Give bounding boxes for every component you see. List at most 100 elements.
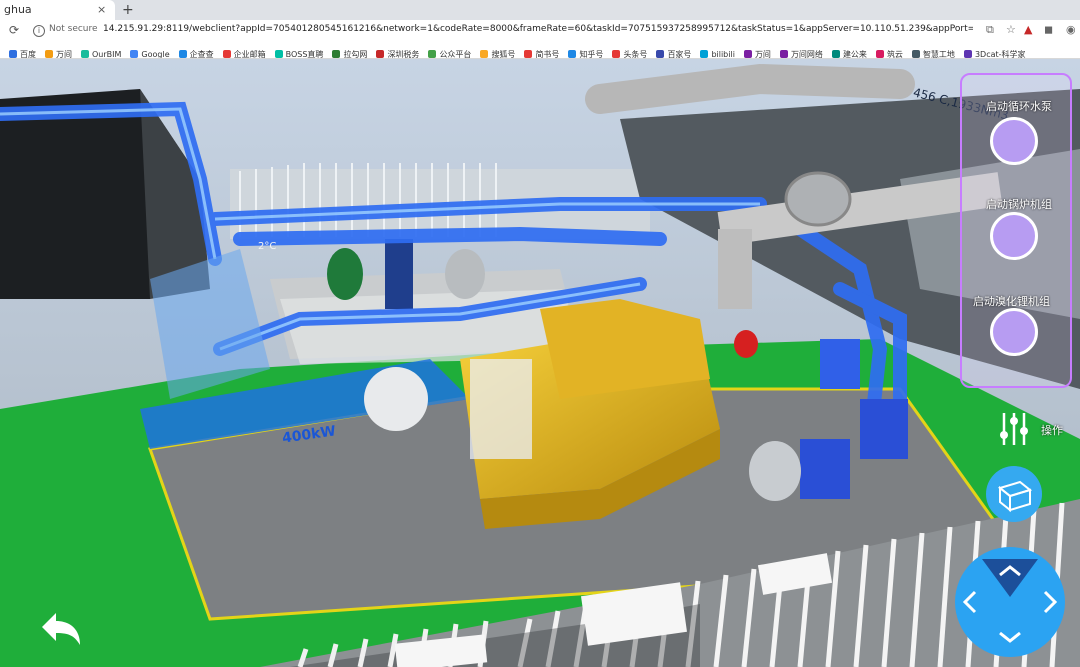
bookmark-item[interactable]: 百度	[9, 47, 36, 59]
bookmark-label: 百度	[20, 50, 36, 59]
bookmark-favicon-icon	[743, 50, 752, 58]
panel-label-chiller: 启动溴化锂机组	[973, 295, 1050, 308]
bookmark-label: 深圳税务	[387, 50, 420, 59]
bookmark-favicon-icon	[222, 50, 231, 58]
bookmark-item[interactable]: 企查查	[178, 47, 214, 59]
bookmark-favicon-icon	[911, 50, 920, 58]
cube-icon	[997, 480, 1033, 513]
bookmark-label: 搜狐号	[491, 50, 516, 59]
bookmark-favicon-icon	[130, 50, 139, 58]
bookmark-item[interactable]: Google	[130, 47, 170, 59]
bookmark-item[interactable]: 拉勾网	[332, 47, 368, 59]
bookmark-item[interactable]: 筑云	[875, 47, 903, 59]
not-secure-label: Not secure	[49, 24, 98, 34]
bookmark-item[interactable]: 建公来	[831, 47, 867, 59]
extension-icon[interactable]: ◉	[1066, 23, 1076, 36]
bookmark-favicon-icon	[875, 50, 884, 58]
profile-icon[interactable]: ◼	[1044, 23, 1053, 36]
translate-icon[interactable]: ⧉	[986, 23, 994, 37]
address-bar: ⟳ i Not secure 14.215.91.29:8119/webclie…	[0, 20, 1080, 42]
pdf-extension-icon[interactable]: ▲	[1024, 23, 1032, 36]
bookmark-item[interactable]: 智慧工地	[911, 47, 955, 59]
bookmark-favicon-icon	[9, 50, 17, 58]
bookmark-favicon-icon	[612, 50, 621, 58]
bookmark-item[interactable]: 搜狐号	[480, 47, 516, 59]
3d-viewport[interactable]: 456 C,1933Nm3 400kW 2°C	[0, 59, 1080, 667]
bookmark-label: 简书号	[535, 50, 560, 59]
bookmark-favicon-icon	[428, 50, 437, 58]
bookmark-label: 企业邮箱	[233, 50, 266, 59]
bookmark-item[interactable]: 企业邮箱	[222, 47, 266, 59]
bookmark-favicon-icon	[81, 50, 89, 58]
bookmark-label: 建公来	[842, 50, 867, 59]
bookmark-item[interactable]: 深圳税务	[376, 47, 420, 59]
bookmark-label: 3Dcat-科学家	[974, 50, 1026, 59]
bookmark-star-icon[interactable]: ☆	[1006, 23, 1016, 36]
bookmark-label: Google	[141, 50, 170, 59]
arrow-right-icon	[1043, 590, 1058, 614]
bookmark-favicon-icon	[376, 50, 385, 58]
bookmark-favicon-icon	[700, 50, 709, 58]
tab-title: ghua	[4, 3, 32, 16]
bookmark-label: OurBIM	[92, 50, 122, 59]
bookmark-label: 知乎号	[579, 50, 604, 59]
plant-scene-render	[0, 59, 1080, 667]
bookmark-favicon-icon	[831, 50, 840, 58]
bookmark-favicon-icon	[274, 50, 283, 58]
start-boiler-button[interactable]	[990, 212, 1038, 260]
bookmark-label: 公众平台	[439, 50, 472, 59]
bookmark-item[interactable]: 头条号	[612, 47, 648, 59]
bookmark-favicon-icon	[524, 50, 533, 58]
bookmark-item[interactable]: 知乎号	[568, 47, 604, 59]
start-pump-button[interactable]	[990, 117, 1038, 165]
bookmark-label: 拉勾网	[343, 50, 368, 59]
panel-label-pump: 启动循环水泵	[986, 100, 1052, 113]
arrow-down-icon	[999, 631, 1021, 643]
info-icon[interactable]: i	[33, 25, 45, 37]
bookmark-item[interactable]: 百家号	[656, 47, 692, 59]
bookmark-item[interactable]: OurBIM	[81, 47, 122, 59]
dpad-arrows	[962, 559, 1058, 643]
bookmark-label: 万间	[56, 50, 72, 59]
bookmarks-bar: 百度 万间 OurBIM Google 企查查 企业邮箱 BOSS直聘 拉勾网 深圳税务 公众平台…	[0, 42, 1080, 59]
bookmark-favicon-icon	[656, 50, 665, 58]
bookmark-item[interactable]: 3Dcat-科学家	[963, 47, 1026, 59]
bookmark-favicon-icon	[568, 50, 577, 58]
bookmark-label: 智慧工地	[922, 50, 955, 59]
bookmark-favicon-icon	[480, 50, 489, 58]
start-chiller-button[interactable]	[990, 308, 1038, 356]
operate-label[interactable]: 操作	[1041, 422, 1063, 438]
new-tab-button[interactable]: +	[122, 0, 134, 20]
bookmark-favicon-icon	[178, 50, 187, 58]
bookmark-label: 筑云	[886, 50, 903, 59]
panel-label-boiler: 启动锅炉机组	[986, 198, 1052, 211]
bookmark-label: 万间	[754, 50, 771, 59]
bookmark-item[interactable]: 简书号	[524, 47, 560, 59]
bookmark-item[interactable]: 万间	[45, 47, 72, 59]
browser-titlebar: ghua × +	[0, 0, 1080, 20]
view-mode-button[interactable]	[986, 466, 1042, 522]
pipe-tag-label: 2°C	[258, 241, 277, 252]
bookmark-label: 头条号	[623, 50, 648, 59]
bookmark-item[interactable]: BOSS直聘	[274, 47, 324, 59]
browser-tab[interactable]: ghua ×	[0, 0, 115, 20]
reload-icon[interactable]: ⟳	[9, 23, 19, 37]
bookmark-favicon-icon	[45, 50, 53, 58]
sliders-icon[interactable]	[998, 411, 1030, 447]
bookmark-label: 万间网络	[790, 50, 823, 59]
camera-dpad[interactable]	[955, 547, 1065, 657]
tab-close-icon[interactable]: ×	[97, 0, 106, 20]
back-arrow-icon[interactable]	[38, 609, 84, 649]
bookmark-favicon-icon	[779, 50, 788, 58]
bookmark-label: 企查查	[189, 50, 214, 59]
url-input[interactable]: 14.215.91.29:8119/webclient?appId=705401…	[103, 24, 973, 34]
arrow-left-icon	[962, 590, 977, 614]
bookmark-item[interactable]: 公众平台	[428, 47, 472, 59]
bookmark-item[interactable]: 万间网络	[779, 47, 823, 59]
bookmark-item[interactable]: 万间	[743, 47, 771, 59]
bookmark-label: BOSS直聘	[285, 50, 324, 59]
bookmark-label: bilibili	[711, 50, 735, 59]
bookmark-label: 百家号	[667, 50, 692, 59]
bookmark-favicon-icon	[332, 50, 341, 58]
bookmark-item[interactable]: bilibili	[700, 47, 735, 59]
